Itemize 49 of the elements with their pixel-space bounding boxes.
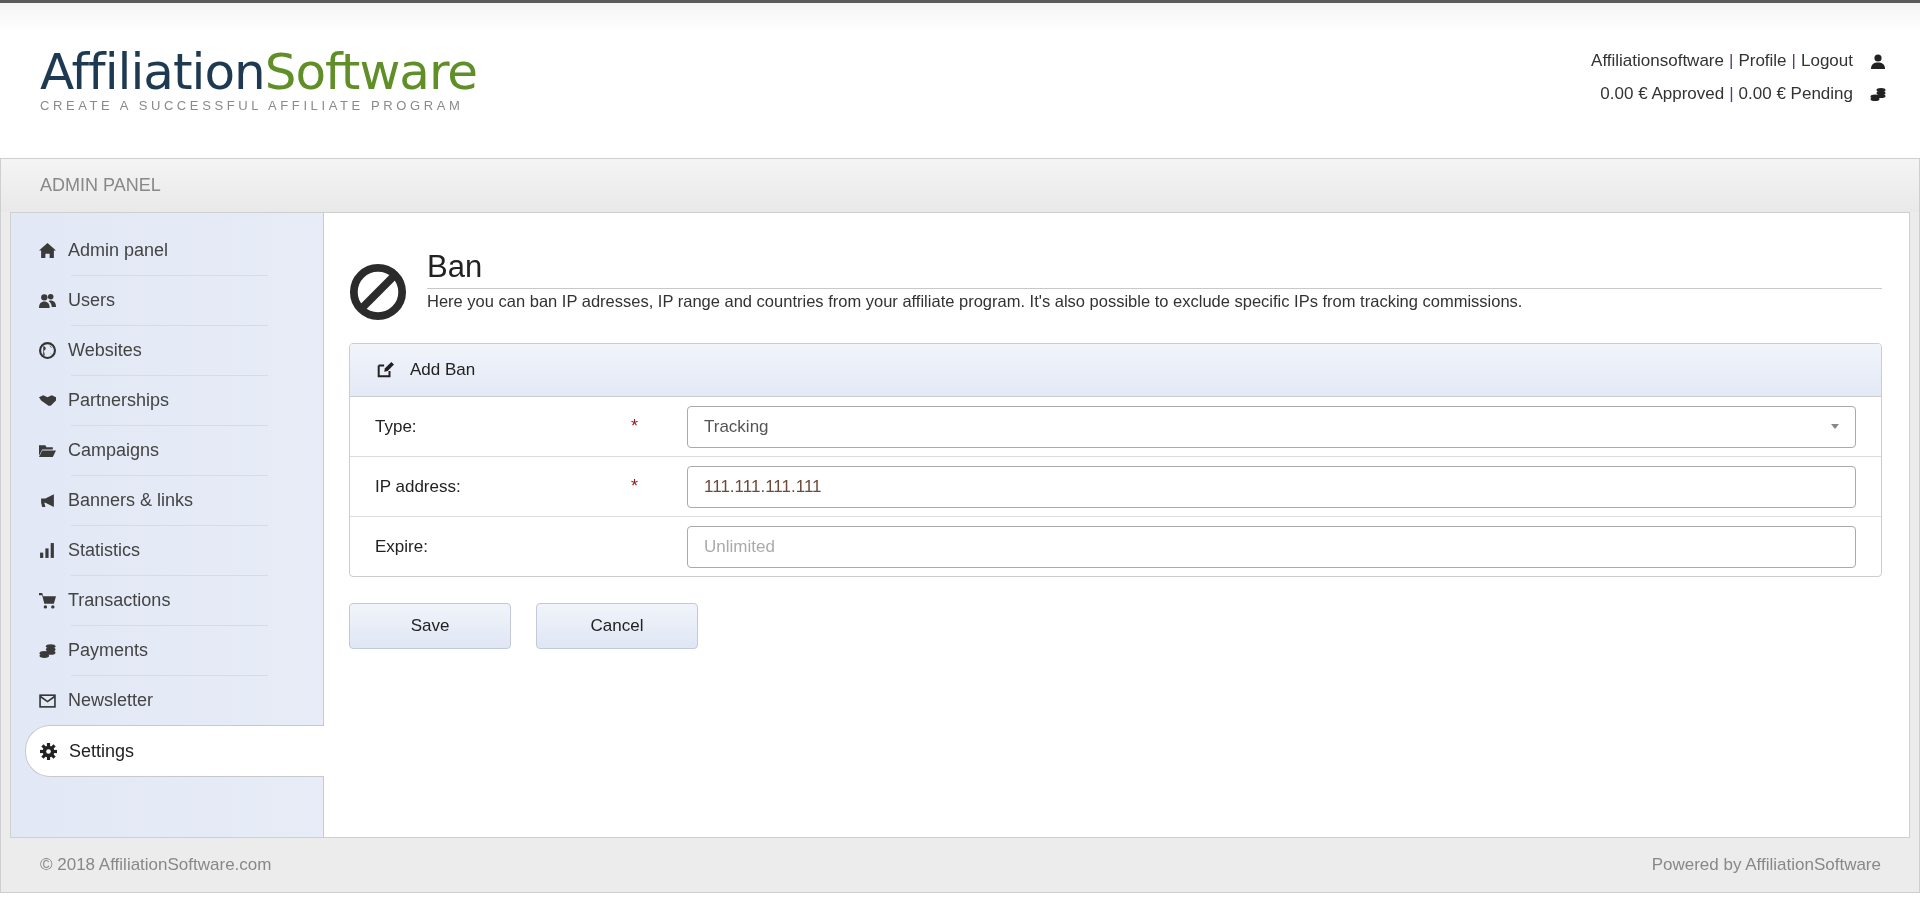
- sidebar-item[interactable]: Campaigns: [11, 425, 323, 475]
- field-label: Expire:: [375, 536, 429, 557]
- coins-icon: [1870, 86, 1886, 102]
- sidebar-item[interactable]: Settings: [25, 725, 324, 777]
- caret-icon: [1831, 424, 1839, 429]
- cart-icon: [39, 591, 56, 609]
- form-button[interactable]: Cancel: [536, 603, 698, 649]
- separator: |: [1791, 51, 1796, 71]
- sidebar-item[interactable]: Websites: [11, 325, 323, 375]
- copyright-text: © 2018 AffiliationSoftware.com: [40, 855, 272, 875]
- required-mark: *: [631, 476, 639, 497]
- card-title: Add Ban: [410, 360, 476, 380]
- sidebar-item[interactable]: Transactions: [11, 575, 323, 625]
- page-title: Ban: [427, 249, 1882, 289]
- panel-title: ADMIN PANEL: [40, 175, 161, 196]
- coins-icon: [39, 641, 56, 659]
- sidebar-item[interactable]: Banners & links: [11, 475, 323, 525]
- sidebar-item[interactable]: Newsletter: [11, 675, 323, 725]
- required-mark: *: [631, 416, 639, 437]
- field-label: Type:: [375, 416, 418, 437]
- prohibited-icon: [349, 263, 407, 321]
- type-dropdown[interactable]: Tracking: [687, 405, 1856, 448]
- user-icon: [1870, 53, 1886, 69]
- sidebar-item[interactable]: Statistics: [11, 525, 323, 575]
- page-description: Here you can ban IP adresses, IP range and countries from your affiliate program. It's also possible to exclude specific IPs from tracking commissions.: [427, 292, 1524, 311]
- envelope-icon: [39, 691, 56, 709]
- powered-by-text: Powered by AffiliationSoftware: [1651, 855, 1881, 875]
- input-field[interactable]: Unlimited: [687, 525, 1856, 568]
- balance-text: 0.00 € Approved: [1600, 84, 1725, 104]
- users-icon: [39, 291, 56, 309]
- megaphone-icon: [39, 491, 56, 509]
- sidebar-item[interactable]: Users: [11, 275, 323, 325]
- input-field[interactable]: 111.111.111.111: [687, 465, 1856, 508]
- sidebar-item[interactable]: Payments: [11, 625, 323, 675]
- header-link[interactable]: Logout: [1801, 51, 1853, 71]
- edit-icon: [376, 361, 394, 379]
- home-icon: [39, 241, 56, 259]
- logo[interactable]: AffiliationSoftware CREATE A SUCCESSFUL AFFILIATE PROGRAM: [40, 46, 478, 113]
- settings-icon: [40, 742, 57, 760]
- form-button[interactable]: Save: [349, 603, 511, 649]
- separator: |: [1729, 84, 1734, 104]
- balance-text: 0.00 € Pending: [1738, 84, 1853, 104]
- sidebar-item[interactable]: Admin panel: [11, 225, 323, 275]
- separator: |: [1728, 51, 1734, 71]
- bar-chart-icon: [39, 541, 56, 559]
- header-link[interactable]: Profile: [1738, 51, 1787, 71]
- sidebar-item[interactable]: Partnerships: [11, 375, 323, 425]
- field-label: IP address:: [375, 476, 462, 497]
- header-link[interactable]: Affiliationsoftware: [1591, 51, 1724, 71]
